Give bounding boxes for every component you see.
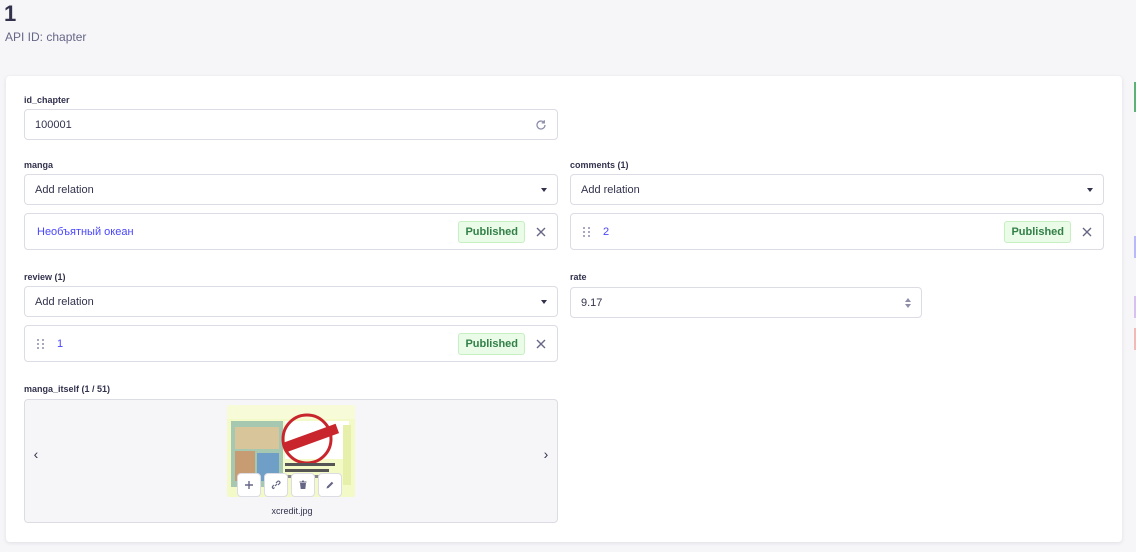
remove-icon[interactable] [535, 226, 547, 238]
drag-handle-icon[interactable] [37, 338, 45, 349]
review-placeholder: Add relation [35, 295, 94, 308]
api-id: API ID: chapter [5, 30, 87, 44]
delete-media-button[interactable] [291, 473, 315, 497]
trash-icon [299, 480, 307, 489]
pencil-icon [326, 481, 334, 489]
manga-relation-item: Необъятный океан Published [24, 213, 558, 250]
edit-media-button[interactable] [318, 473, 342, 497]
drag-handle-icon[interactable] [583, 226, 591, 237]
remove-icon[interactable] [535, 338, 547, 350]
remove-icon[interactable] [1081, 226, 1093, 238]
chevron-right-icon[interactable]: › [538, 446, 554, 462]
review-label: review (1) [24, 272, 66, 282]
rate-value: 9.17 [581, 296, 603, 309]
manga-label: manga [24, 160, 54, 170]
status-badge: Published [1004, 220, 1071, 243]
review-relation-link[interactable]: 1 [57, 338, 458, 350]
review-relation-select[interactable]: Add relation [24, 286, 558, 317]
plus-icon [245, 481, 253, 489]
manga-itself-label: manga_itself (1 / 51) [24, 384, 111, 394]
rate-number-input[interactable]: 9.17 [570, 287, 922, 318]
caret-down-icon [541, 187, 547, 192]
add-media-button[interactable] [237, 473, 261, 497]
page-title: 1 [4, 1, 17, 26]
review-relation-item: 1 Published [24, 325, 558, 362]
media-carousel: ‹ › xcredit.jpg [24, 399, 558, 523]
rate-label: rate [570, 272, 587, 282]
comments-relation-item: 2 Published [570, 213, 1104, 250]
comments-relation-select[interactable]: Add relation [570, 174, 1104, 205]
caret-down-icon [541, 299, 547, 304]
comments-label: comments (1) [570, 160, 629, 170]
media-actions [237, 473, 342, 497]
stepper-icon[interactable] [905, 297, 911, 308]
status-badge: Published [458, 220, 525, 243]
id-chapter-input[interactable]: 100001 [24, 109, 558, 140]
media-filename: xcredit.jpg [271, 506, 313, 516]
comments-placeholder: Add relation [581, 183, 640, 196]
caret-down-icon [1087, 187, 1093, 192]
link-icon [271, 480, 281, 490]
manga-relation-link[interactable]: Необъятный океан [37, 226, 458, 238]
id-chapter-label: id_chapter [24, 95, 70, 105]
copy-link-button[interactable] [264, 473, 288, 497]
edit-form-card: id_chapter 100001 manga Add relation Нео… [6, 76, 1122, 542]
id-chapter-value: 100001 [35, 118, 72, 131]
manga-placeholder: Add relation [35, 183, 94, 196]
reload-icon[interactable] [535, 119, 547, 131]
status-badge: Published [458, 332, 525, 355]
manga-relation-select[interactable]: Add relation [24, 174, 558, 205]
chevron-left-icon[interactable]: ‹ [28, 446, 44, 462]
comments-relation-link[interactable]: 2 [603, 226, 1004, 238]
